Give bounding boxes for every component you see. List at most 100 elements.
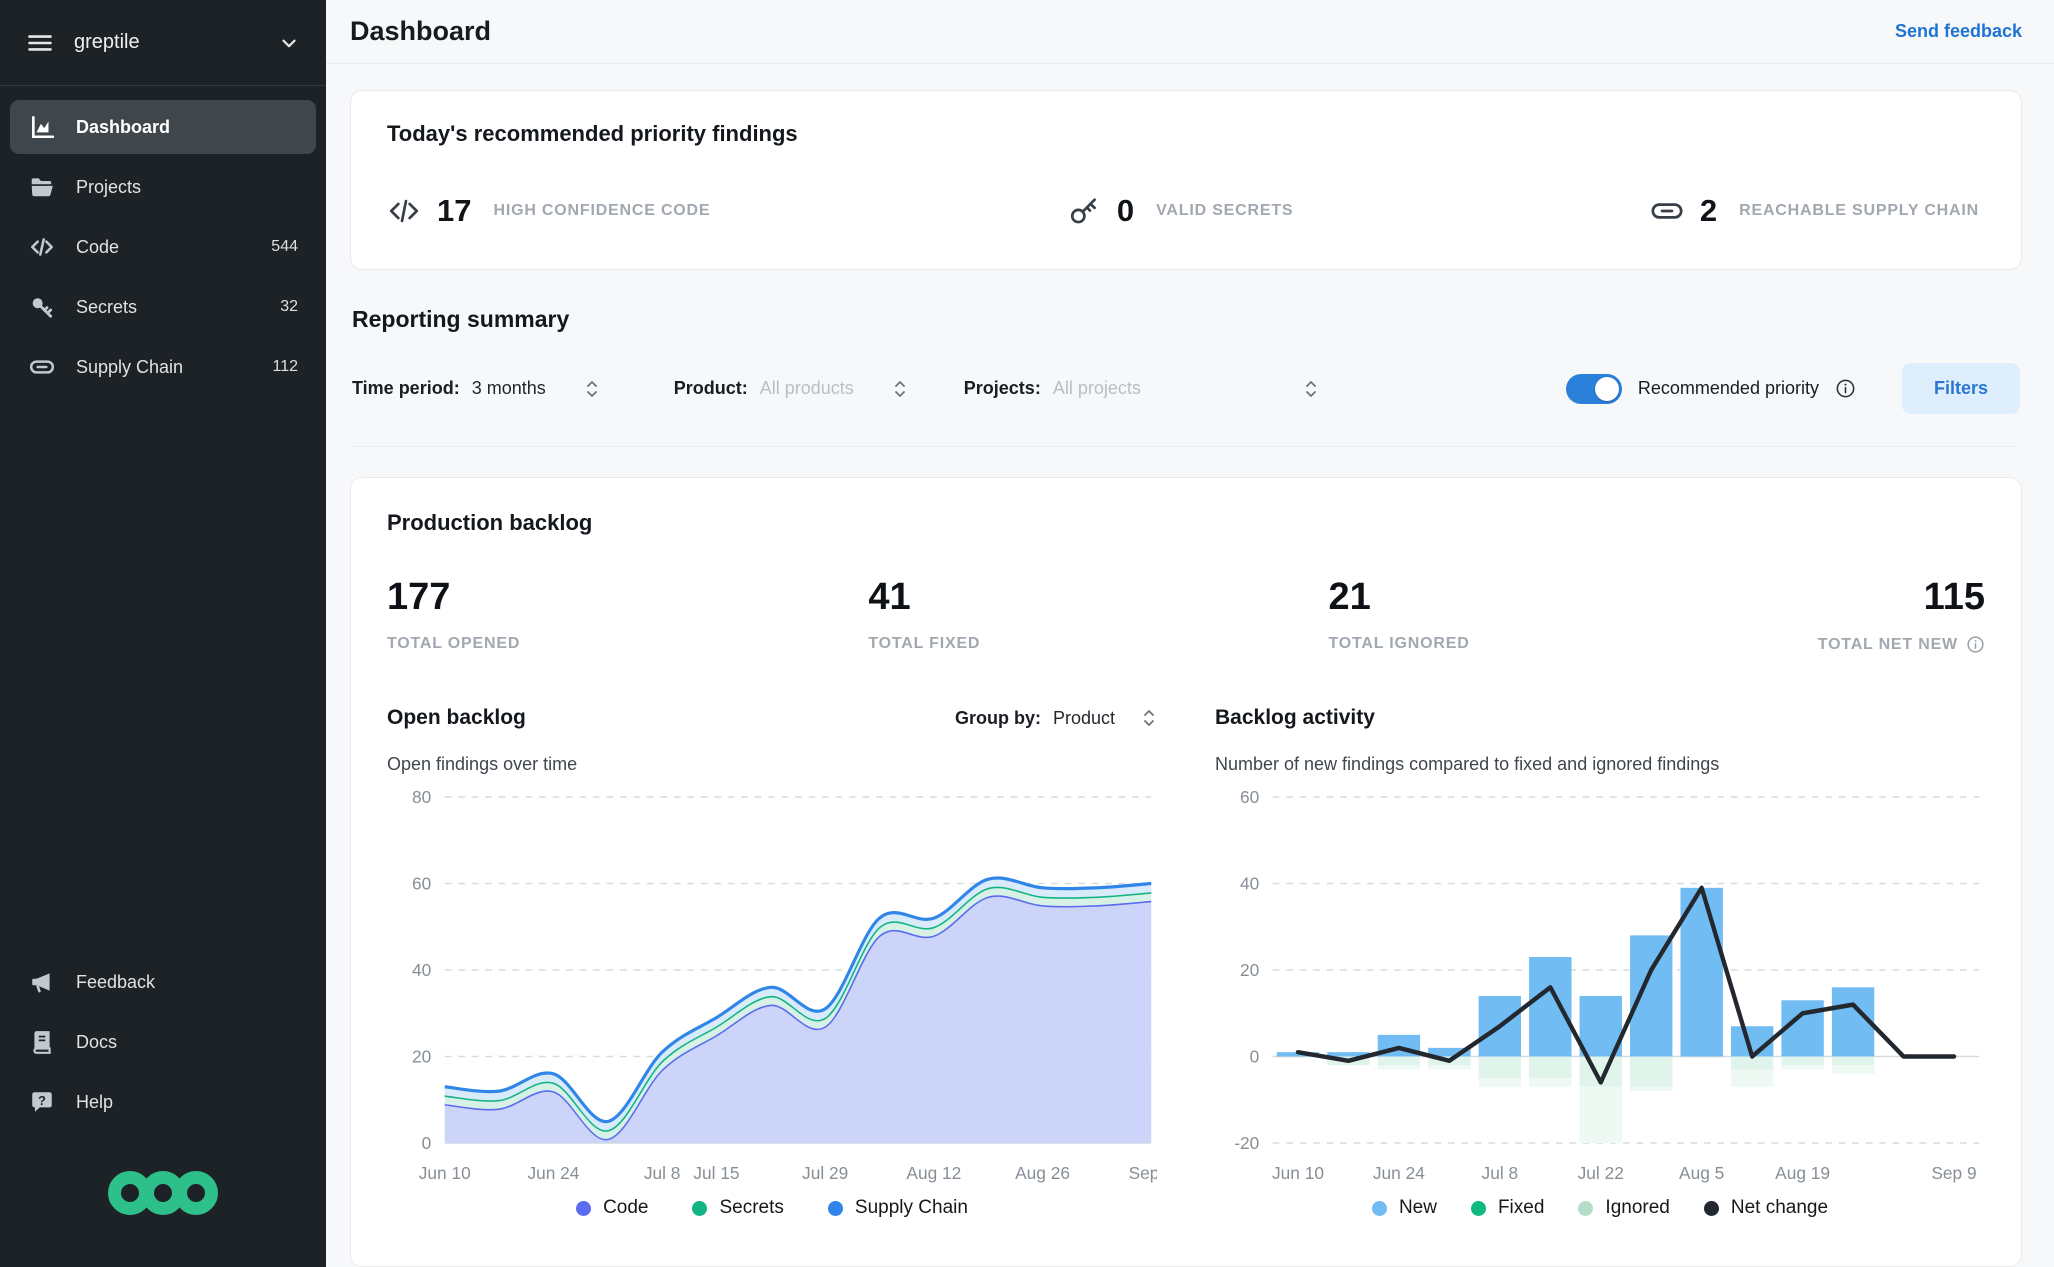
- backlog-activity-title: Backlog activity: [1215, 706, 1375, 729]
- legend-item-net-change[interactable]: Net change: [1703, 1197, 1829, 1219]
- legend-dot: [576, 1200, 592, 1216]
- legend-item-code[interactable]: Code: [576, 1197, 648, 1219]
- projects-select[interactable]: Projects: All projects: [964, 378, 1319, 400]
- svg-text:-20: -20: [1234, 1133, 1259, 1153]
- svg-text:Aug 5: Aug 5: [1679, 1163, 1724, 1183]
- sidebar-item-secrets[interactable]: Secrets 32: [10, 280, 316, 334]
- stat-value: 115: [1923, 576, 1985, 618]
- sidebar-item-docs[interactable]: Docs: [10, 1015, 316, 1069]
- svg-text:Jul 15: Jul 15: [693, 1163, 739, 1183]
- sidebar-item-label: Dashboard: [76, 116, 171, 137]
- sidebar-item-count: 112: [272, 358, 298, 375]
- backlog-activity-subtitle: Number of new findings compared to fixed…: [1215, 754, 1720, 774]
- group-by-select[interactable]: Group by: Product: [955, 707, 1157, 729]
- key-icon: [1067, 194, 1101, 228]
- sidebar-item-projects[interactable]: Projects: [10, 160, 316, 214]
- svg-text:Aug 12: Aug 12: [906, 1163, 961, 1183]
- greptile-logo: [0, 1129, 326, 1267]
- time-period-select[interactable]: Time period: 3 months: [352, 378, 600, 400]
- projects-value: All projects: [1052, 378, 1141, 398]
- sidebar-item-label: Secrets: [76, 296, 138, 317]
- recommended-priority-toggle[interactable]: [1565, 373, 1622, 404]
- stat-value: 2: [1699, 193, 1718, 228]
- stat-value: 177: [387, 576, 451, 618]
- hamburger-menu-icon[interactable]: [26, 29, 54, 57]
- unfold-chevrons-icon: [1141, 707, 1157, 729]
- stat-valid-secrets: 0 VALID SECRETS: [1067, 193, 1293, 229]
- svg-text:Jun 10: Jun 10: [419, 1163, 471, 1183]
- stat-reachable-supply-chain: 2 REACHABLE SUPPLY CHAIN: [1650, 193, 1979, 229]
- sidebar-item-label: Feedback: [76, 971, 156, 992]
- org-switcher[interactable]: greptile: [0, 0, 326, 86]
- sidebar-item-dashboard[interactable]: Dashboard: [10, 100, 316, 154]
- help-bubble-icon: ?: [28, 1088, 56, 1116]
- legend-item-ignored[interactable]: Ignored: [1578, 1197, 1670, 1219]
- code-icon: [387, 194, 421, 228]
- chevron-down-icon[interactable]: [278, 32, 300, 54]
- legend-label: Net change: [1730, 1197, 1829, 1218]
- svg-text:20: 20: [1240, 960, 1259, 980]
- backlog-activity-panel: Backlog activity Number of new findings …: [1215, 706, 1985, 1219]
- sidebar-item-code[interactable]: Code 544: [10, 220, 316, 274]
- link-icon: [1650, 194, 1684, 228]
- sidebar-item-label: Projects: [76, 176, 142, 197]
- sidebar-item-supply-chain[interactable]: Supply Chain 112: [10, 340, 316, 394]
- backlog-activity-chart[interactable]: -20 0 20 40 60 Jun 10 Jun 24 Jul 8 Jul 22 Aug 5 Au…: [1215, 781, 1985, 1189]
- projects-label: Projects:: [963, 378, 1041, 398]
- svg-text:60: 60: [412, 873, 431, 893]
- stat-value: 41: [868, 576, 911, 618]
- folder-icon: [28, 173, 56, 201]
- stat-value: 0: [1116, 193, 1135, 228]
- legend-label: Fixed: [1497, 1197, 1545, 1218]
- svg-text:Jun 24: Jun 24: [527, 1163, 579, 1183]
- legend-label: Supply Chain: [854, 1197, 968, 1218]
- legend-item-new[interactable]: New: [1371, 1197, 1437, 1219]
- unfold-chevrons-icon: [1303, 378, 1319, 400]
- svg-text:Aug 26: Aug 26: [1015, 1163, 1070, 1183]
- open-backlog-subtitle: Open findings over time: [387, 754, 578, 774]
- unfold-chevrons-icon: [584, 378, 600, 400]
- open-backlog-panel: Open backlog Group by: Product Open find…: [387, 706, 1157, 1219]
- stat-label: TOTAL OPENED: [387, 635, 521, 652]
- open-backlog-title: Open backlog: [387, 706, 526, 729]
- charts-row: Open backlog Group by: Product Open find…: [387, 706, 1985, 1219]
- legend-item-secrets[interactable]: Secrets: [692, 1197, 784, 1219]
- send-feedback-link[interactable]: Send feedback: [1895, 21, 2022, 42]
- sidebar-item-count: 544: [271, 238, 298, 255]
- legend-item-fixed[interactable]: Fixed: [1470, 1197, 1545, 1219]
- svg-text:80: 80: [412, 787, 431, 807]
- info-icon[interactable]: [1966, 635, 1985, 654]
- product-label: Product:: [673, 378, 748, 398]
- legend-label: New: [1398, 1197, 1437, 1218]
- sidebar-item-help[interactable]: ? Help: [10, 1075, 316, 1129]
- svg-text:0: 0: [1250, 1046, 1260, 1066]
- svg-text:Sep 9: Sep 9: [1129, 1163, 1157, 1183]
- svg-text:20: 20: [412, 1046, 431, 1066]
- product-select[interactable]: Product: All products: [674, 378, 908, 400]
- filters-row: Time period: 3 months Product: All produ…: [352, 363, 2020, 447]
- key-icon: [28, 293, 56, 321]
- legend-dot: [1470, 1200, 1486, 1216]
- stat-label: TOTAL NET NEW: [1817, 635, 1958, 653]
- stat-total-fixed: 41 TOTAL FIXED: [868, 576, 980, 654]
- unfold-chevrons-icon: [892, 378, 908, 400]
- sidebar-item-label: Supply Chain: [76, 356, 184, 377]
- group-by-label: Group by:: [954, 707, 1041, 728]
- legend-dot: [827, 1200, 843, 1216]
- filters-button[interactable]: Filters: [1901, 363, 2020, 414]
- dashboard-chart-icon: [28, 113, 56, 141]
- open-backlog-chart[interactable]: 0 20 40 60 80 Jun 10 Jun 24 Jul 8 Jul 15 Jul 29 Au…: [387, 781, 1157, 1189]
- svg-text:Jul 8: Jul 8: [644, 1163, 681, 1183]
- time-period-value: 3 months: [471, 378, 546, 398]
- backlog-card-title: Production backlog: [387, 510, 593, 535]
- legend-item-supply-chain[interactable]: Supply Chain: [827, 1197, 968, 1219]
- sidebar-item-feedback[interactable]: Feedback: [10, 955, 316, 1009]
- stat-total-net-new: 115 TOTAL NET NEW: [1818, 576, 1985, 654]
- stat-total-opened: 177 TOTAL OPENED: [387, 576, 520, 654]
- svg-text:Jul 8: Jul 8: [1482, 1163, 1519, 1183]
- backlog-activity-legend: New Fixed Ignored Net change: [1215, 1197, 1985, 1219]
- info-icon[interactable]: [1835, 378, 1856, 399]
- legend-label: Secrets: [719, 1197, 784, 1218]
- backlog-stats-row: 177 TOTAL OPENED 41 TOTAL FIXED 21 TOTAL…: [387, 576, 1985, 654]
- legend-dot: [1578, 1200, 1594, 1216]
